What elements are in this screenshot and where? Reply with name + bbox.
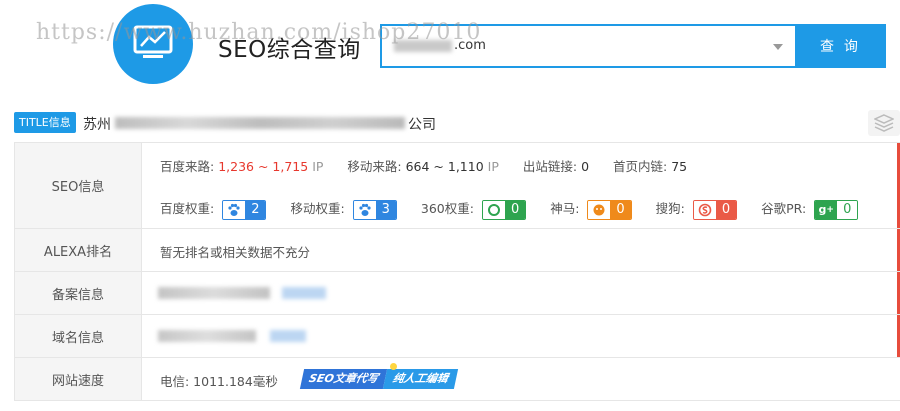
s360-rank-label: 360权重:	[420, 201, 474, 216]
sogou-rank-value: 0	[715, 200, 737, 219]
title-suffix: 公司	[408, 117, 436, 133]
mobile-paw-icon	[353, 200, 376, 219]
info-table: SEO信息 百度来路: 1,236 ~ 1,715 IP 移动来路: 664 ~…	[14, 142, 900, 401]
mobile-rank-value: 3	[375, 200, 396, 219]
beian-row: 备案信息	[14, 272, 900, 315]
s360-icon	[482, 200, 505, 219]
domain-row: 域名信息	[14, 315, 900, 358]
google-plus-icon: g +	[815, 200, 838, 219]
inner-links-label: 首页内链:	[612, 159, 668, 174]
google-pr-value: 0	[837, 200, 858, 219]
sogou-rank-badge[interactable]: 0	[692, 199, 738, 220]
seo-row: SEO信息 百度来路: 1,236 ~ 1,715 IP 移动来路: 664 ~…	[14, 143, 900, 229]
alexa-value: 暂无排名或相关数据不充分	[160, 245, 311, 260]
baidu-paw-icon	[223, 200, 246, 219]
blurred-domain	[394, 40, 452, 52]
seo-label: SEO信息	[14, 143, 142, 228]
promo-dot	[390, 363, 397, 370]
traffic-line: 百度来路: 1,236 ~ 1,715 IP 移动来路: 664 ~ 1,110…	[160, 156, 687, 175]
sogou-s-icon	[693, 200, 716, 219]
title-badge: TITLE信息	[14, 112, 76, 133]
promo-banner[interactable]: SEO文章代写 纯人工编辑	[299, 369, 458, 389]
logo[interactable]	[113, 4, 193, 84]
speed-row: 网站速度 电信: 1011.184毫秒 SEO文章代写 纯人工编辑	[14, 358, 900, 401]
google-pr-badge[interactable]: g + 0	[814, 199, 859, 220]
shenma-horse-icon	[588, 200, 611, 219]
seo-content: 百度来路: 1,236 ~ 1,715 IP 移动来路: 664 ~ 1,110…	[142, 143, 900, 228]
shenma-rank-badge[interactable]: 0	[587, 199, 632, 220]
s360-rank-value: 0	[504, 200, 526, 219]
s360-rank-badge[interactable]: 0	[481, 199, 527, 220]
mobile-traffic-value[interactable]: 664 ~ 1,110	[406, 159, 484, 174]
mobile-traffic-unit: IP	[487, 159, 499, 174]
title-info-row: TITLE信息 苏州 公司	[14, 110, 900, 136]
sogou-rank-label: 搜狗:	[655, 201, 685, 216]
rank-line: 百度权重: 2 移动权重: 3 360权重: 0 神马: 0 搜狗: 0 谷歌P…	[160, 198, 859, 220]
speed-label: 网站速度	[14, 358, 142, 400]
google-pr-label: 谷歌PR:	[761, 201, 807, 216]
blurred-title	[115, 117, 405, 129]
baidu-rank-badge[interactable]: 2	[222, 199, 267, 220]
alexa-row: ALEXA排名 暂无排名或相关数据不充分	[14, 229, 900, 272]
outbound-label: 出站链接:	[522, 159, 578, 174]
blurred-beian-info	[158, 287, 270, 299]
baidu-rank-value: 2	[245, 200, 266, 219]
blurred-domain-link[interactable]	[270, 330, 306, 342]
shenma-rank-value: 0	[610, 200, 631, 219]
mobile-traffic-label: 移动来路:	[347, 159, 402, 174]
baidu-rank-label: 百度权重:	[160, 201, 215, 216]
layers-icon[interactable]	[868, 110, 900, 136]
mobile-rank-badge[interactable]: 3	[352, 199, 397, 220]
domain-label: 域名信息	[14, 315, 142, 357]
baidu-traffic-label: 百度来路:	[160, 159, 215, 174]
alexa-label: ALEXA排名	[14, 229, 142, 271]
domain-suffix: .com	[454, 38, 486, 53]
outbound-value[interactable]: 0	[581, 159, 589, 174]
promo-manual-edit: 纯人工编辑	[382, 369, 458, 389]
domain-search-input[interactable]: .com	[380, 24, 795, 68]
beian-label: 备案信息	[14, 272, 142, 314]
blurred-beian-link[interactable]	[282, 287, 326, 299]
baidu-traffic-value[interactable]: 1,236 ~ 1,715	[218, 159, 308, 174]
header: SEO综合查询 .com 查 询	[0, 0, 900, 100]
inner-links-value[interactable]: 75	[671, 159, 687, 174]
promo-seo-writing: SEO文章代写	[299, 369, 387, 389]
monitor-icon	[133, 25, 173, 58]
title-prefix: 苏州	[83, 117, 111, 133]
mobile-rank-label: 移动权重:	[290, 201, 345, 216]
search-button[interactable]: 查 询	[795, 24, 886, 68]
app-title: SEO综合查询	[218, 37, 361, 63]
baidu-traffic-unit: IP	[312, 159, 324, 174]
blurred-domain-info	[158, 330, 256, 342]
dropdown-caret-icon[interactable]	[773, 44, 783, 50]
speed-value: 电信: 1011.184毫秒	[160, 374, 278, 389]
shenma-rank-label: 神马:	[550, 201, 580, 216]
